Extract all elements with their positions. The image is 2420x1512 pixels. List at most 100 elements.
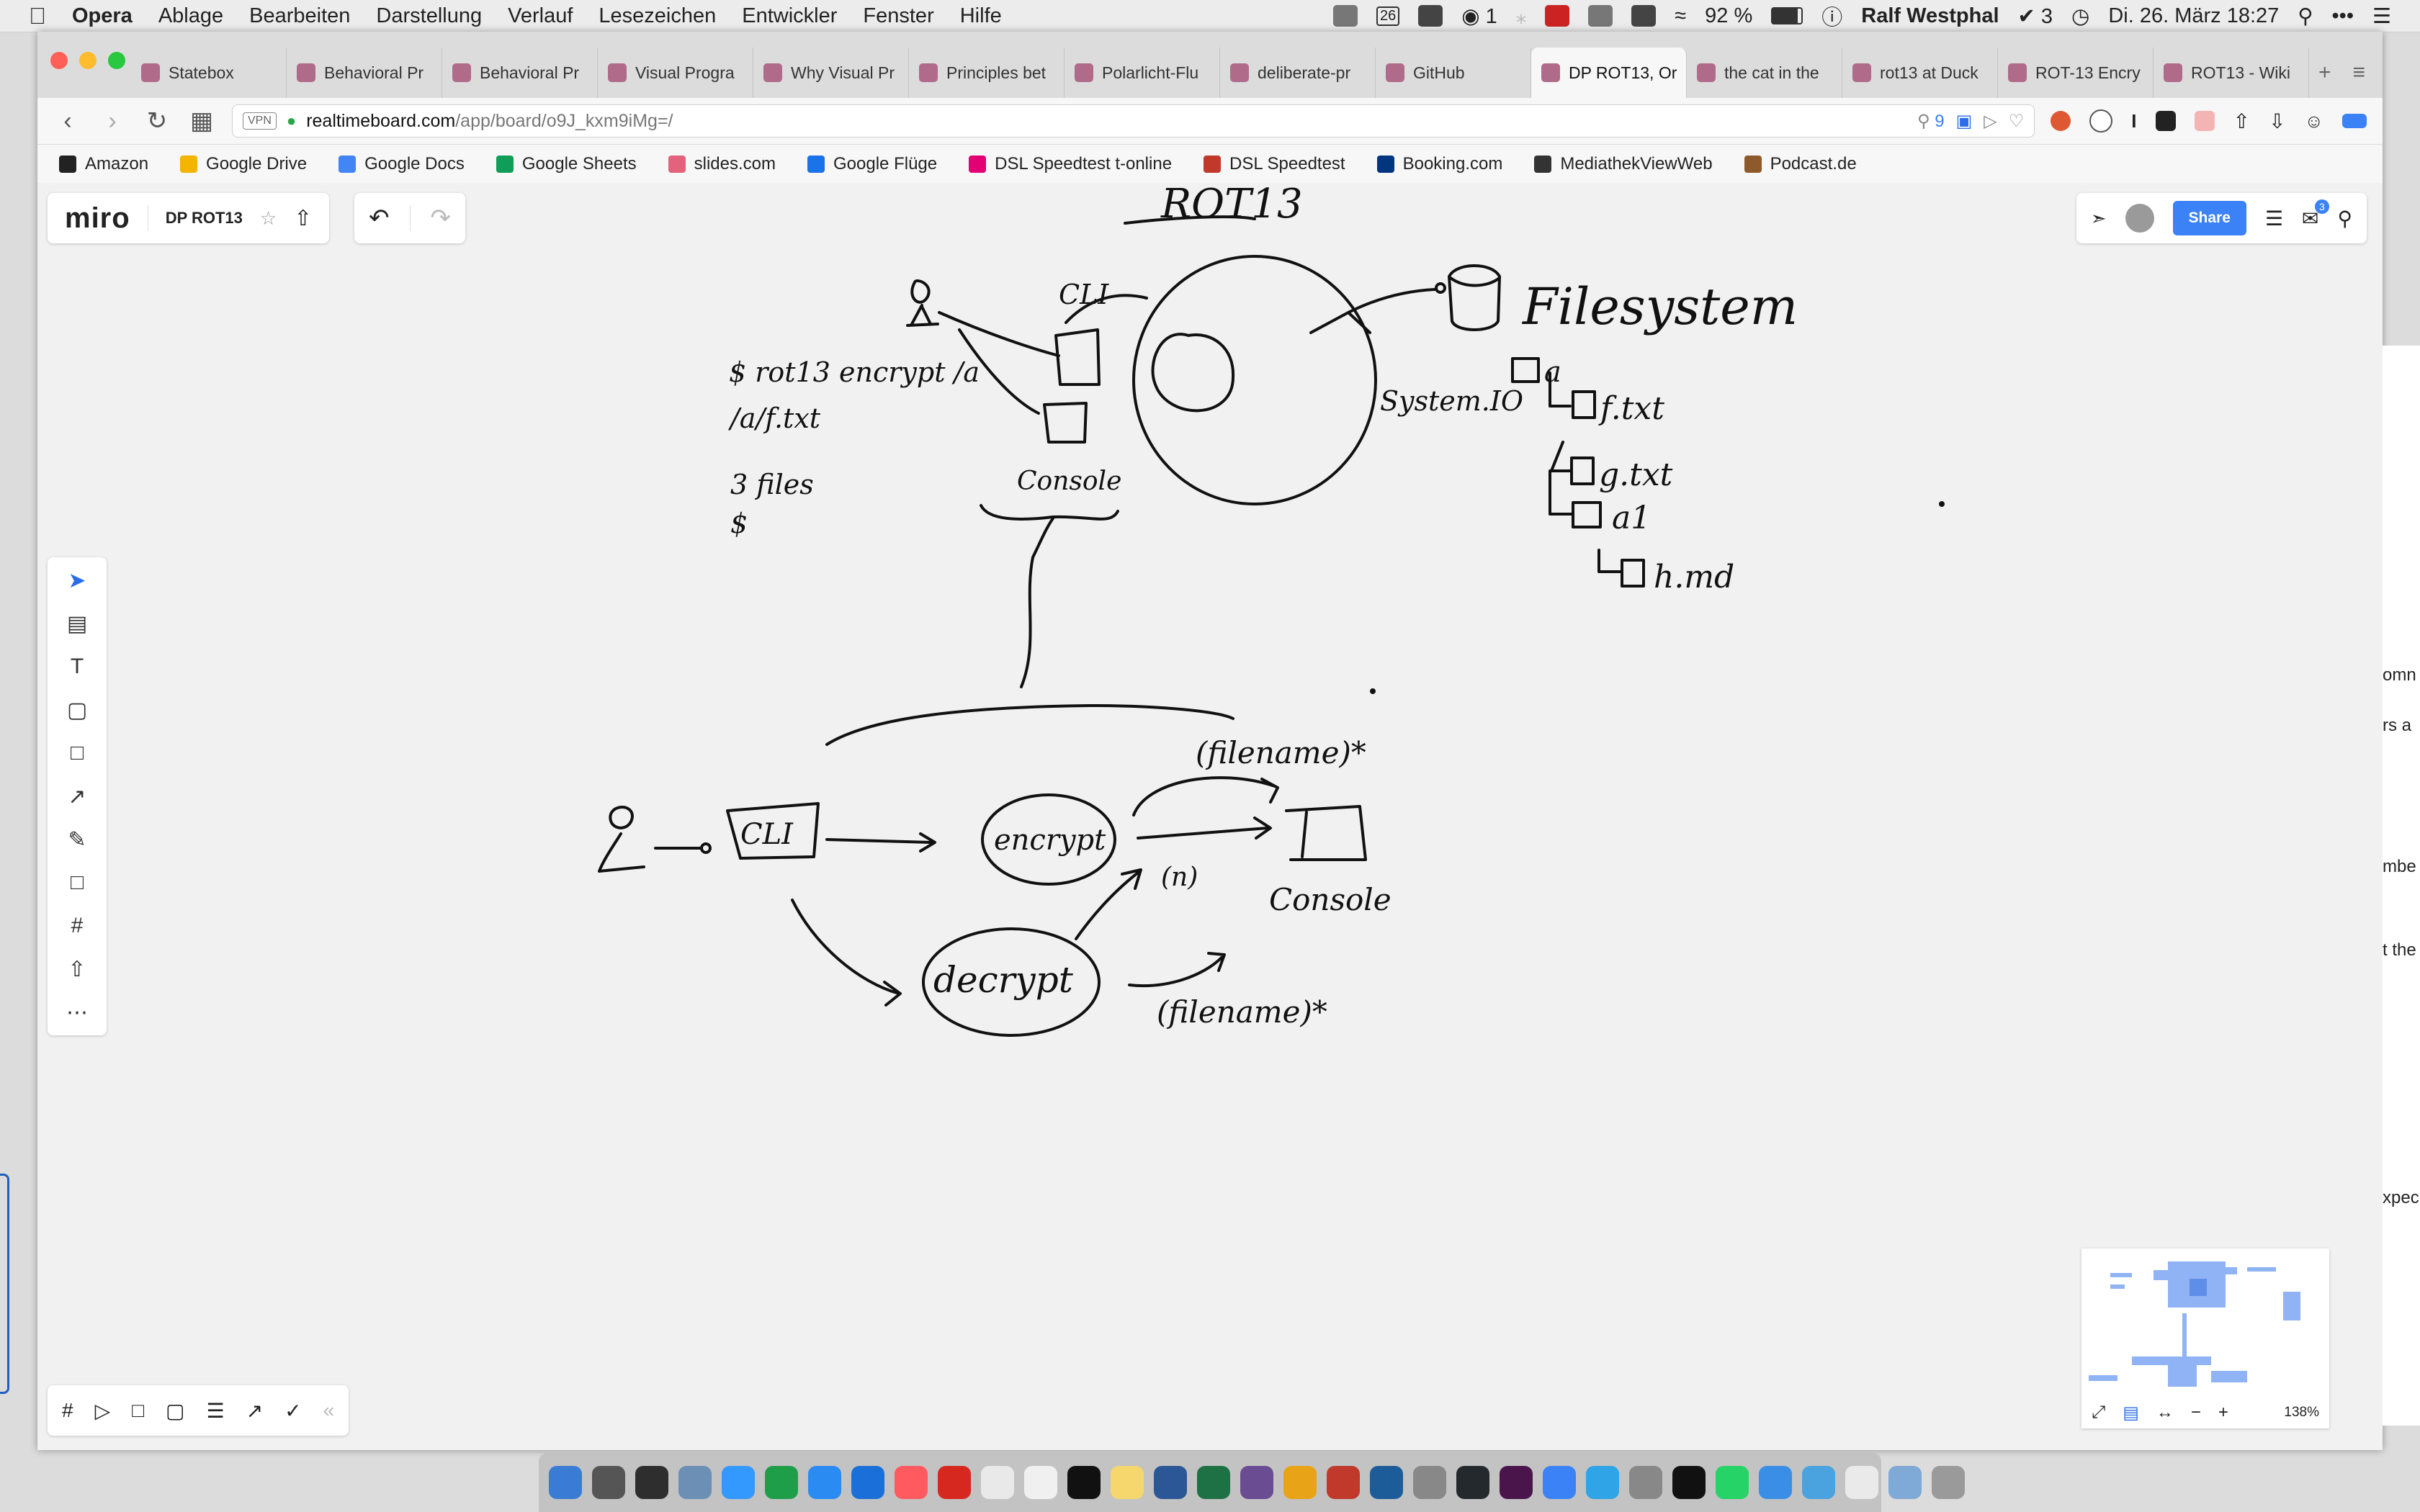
menu-hilfe[interactable]: Hilfe: [960, 4, 1002, 28]
dock-app-icon[interactable]: [635, 1466, 668, 1499]
dock-app-icon[interactable]: [1759, 1466, 1792, 1499]
url-field[interactable]: VPN ● realtimeboard.com/app/board/o9J_kx…: [232, 104, 2035, 138]
search-icon[interactable]: ⚲: [2337, 207, 2352, 230]
pen-tool-icon[interactable]: ✎: [61, 824, 93, 855]
browser-tab[interactable]: DP ROT13, Or: [1531, 48, 1687, 98]
menu-ablage[interactable]: Ablage: [158, 4, 223, 28]
browser-tab[interactable]: Behavioral Pr: [287, 48, 442, 98]
train-icon[interactable]: [1588, 5, 1613, 27]
dock-app-icon[interactable]: [1370, 1466, 1403, 1499]
vpn-badge[interactable]: VPN: [243, 112, 277, 130]
miro-logo[interactable]: miro: [65, 202, 130, 235]
badge-extension-icon[interactable]: [2155, 111, 2176, 131]
dock-app-icon[interactable]: [1586, 1466, 1619, 1499]
search-count-icon[interactable]: ⚲ 9: [1917, 111, 1945, 132]
browser-tab[interactable]: Polarlicht-Flu: [1065, 48, 1220, 98]
menu-verlauf[interactable]: Verlauf: [508, 4, 573, 28]
dock-app-icon[interactable]: [1845, 1466, 1878, 1499]
status-red-icon[interactable]: [1545, 5, 1570, 27]
bookmark-item[interactable]: DSL Speedtest t-online: [969, 154, 1172, 174]
menu-entwickler[interactable]: Entwickler: [742, 4, 837, 28]
menubar-datetime[interactable]: Di. 26. März 18:27: [2108, 4, 2279, 28]
new-tab-button[interactable]: +: [2318, 60, 2331, 85]
share-page-icon[interactable]: ⇧: [2233, 109, 2250, 133]
tab-overview-icon[interactable]: ▦: [187, 107, 216, 135]
minimize-window-button[interactable]: [79, 52, 97, 69]
dock-app-icon[interactable]: [1327, 1466, 1360, 1499]
menu-fenster[interactable]: Fenster: [863, 4, 933, 28]
bookmark-heart-icon[interactable]: ♡: [2009, 111, 2025, 132]
frames-icon[interactable]: #: [62, 1399, 73, 1422]
browser-tab[interactable]: Why Visual Pr: [753, 48, 909, 98]
dock-app-icon[interactable]: [1629, 1466, 1662, 1499]
browser-tab[interactable]: Behavioral Pr: [442, 48, 598, 98]
camera-icon[interactable]: [1418, 5, 1443, 27]
undo-icon[interactable]: ↶: [369, 204, 390, 233]
info-icon[interactable]: ⓘ: [1821, 1, 1842, 31]
dropbox-icon[interactable]: [1631, 5, 1657, 27]
browser-tab[interactable]: the cat in the: [1687, 48, 1842, 98]
battery-percentage[interactable]: 92 %: [1705, 4, 1752, 28]
miro-board-canvas[interactable]: ROT13 CLI Console Filesystem System.IO $…: [37, 183, 2383, 1450]
comments-icon[interactable]: □: [132, 1399, 144, 1422]
map-toggle-icon[interactable]: ▤: [2123, 1403, 2139, 1423]
dock-app-icon[interactable]: [1543, 1466, 1576, 1499]
bookmark-item[interactable]: Google Docs: [339, 154, 465, 174]
notification-center-icon[interactable]: ☰: [2372, 4, 2391, 29]
dock-app-icon[interactable]: [938, 1466, 971, 1499]
browser-tab[interactable]: Visual Progra: [598, 48, 753, 98]
bookmark-item[interactable]: Google Drive: [180, 154, 307, 174]
menu-lesezeichen[interactable]: Lesezeichen: [599, 4, 716, 28]
dock-app-icon[interactable]: [1672, 1466, 1706, 1499]
lock-icon[interactable]: ●: [287, 112, 296, 130]
downloads-icon[interactable]: ⇩: [2269, 109, 2285, 133]
dock-app-icon[interactable]: [1240, 1466, 1273, 1499]
menu-app-name[interactable]: Opera: [72, 4, 133, 28]
templates-tool-icon[interactable]: ▤: [61, 608, 93, 639]
browser-tab[interactable]: ROT13 - Wiki: [2154, 48, 2309, 98]
dock-app-icon[interactable]: [722, 1466, 755, 1499]
onepassword-extension-icon[interactable]: [2089, 109, 2113, 132]
redo-icon[interactable]: ↷: [431, 204, 452, 233]
bookmark-item[interactable]: MediathekViewWeb: [1534, 154, 1713, 174]
menu-bearbeiten[interactable]: Bearbeiten: [249, 4, 350, 28]
browser-tab[interactable]: rot13 at Duck: [1842, 48, 1998, 98]
duckduckgo-extension-icon[interactable]: [2051, 111, 2071, 131]
onepassword-icon[interactable]: ◉ 1: [1461, 4, 1497, 29]
more-tools-icon[interactable]: ⋯: [61, 996, 93, 1028]
dock-app-icon[interactable]: [1154, 1466, 1187, 1499]
zoom-window-button[interactable]: [108, 52, 125, 69]
dock-app-icon[interactable]: [851, 1466, 884, 1499]
close-window-button[interactable]: [50, 52, 68, 69]
status-app-icon[interactable]: [1332, 5, 1358, 27]
board-name[interactable]: DP ROT13: [166, 209, 243, 228]
presentation-icon[interactable]: ▷: [95, 1399, 111, 1423]
dock-app-icon[interactable]: [1024, 1466, 1057, 1499]
apple-menu-icon[interactable]: : [29, 3, 46, 30]
dock-app-icon[interactable]: [765, 1466, 798, 1499]
reload-button[interactable]: ↻: [143, 107, 171, 135]
dock-app-icon[interactable]: [1413, 1466, 1446, 1499]
dock-app-icon[interactable]: [1197, 1466, 1230, 1499]
minimap-preview[interactable]: [2081, 1248, 2329, 1397]
send-icon[interactable]: ▷: [1984, 111, 1996, 132]
browser-tab[interactable]: ROT-13 Encry: [1998, 48, 2154, 98]
browser-tab[interactable]: deliberate-pr: [1220, 48, 1376, 98]
dock-app-icon[interactable]: [1283, 1466, 1317, 1499]
zoom-out-button[interactable]: −: [2191, 1403, 2201, 1423]
dock-app-icon[interactable]: [549, 1466, 582, 1499]
screen-share-icon[interactable]: ↗: [246, 1399, 263, 1423]
minimap[interactable]: ⤢ ▤ ↔ − + 138%: [2081, 1248, 2329, 1428]
dock-app-icon[interactable]: [1888, 1466, 1922, 1499]
bookmark-item[interactable]: Amazon: [59, 154, 148, 174]
bookmark-item[interactable]: Google Flüge: [807, 154, 937, 174]
calendar-day-icon[interactable]: 26: [1376, 6, 1400, 26]
spotlight-search-icon[interactable]: ⚲: [2298, 4, 2313, 29]
instapaper-extension-icon[interactable]: I: [2131, 110, 2136, 132]
share-button[interactable]: Share: [2172, 201, 2246, 235]
forward-button[interactable]: ›: [98, 107, 127, 135]
text-tool-icon[interactable]: T: [61, 651, 93, 683]
video-chat-icon[interactable]: ▢: [166, 1399, 184, 1423]
dock-app-icon[interactable]: [981, 1466, 1014, 1499]
dock-app-icon[interactable]: [808, 1466, 841, 1499]
